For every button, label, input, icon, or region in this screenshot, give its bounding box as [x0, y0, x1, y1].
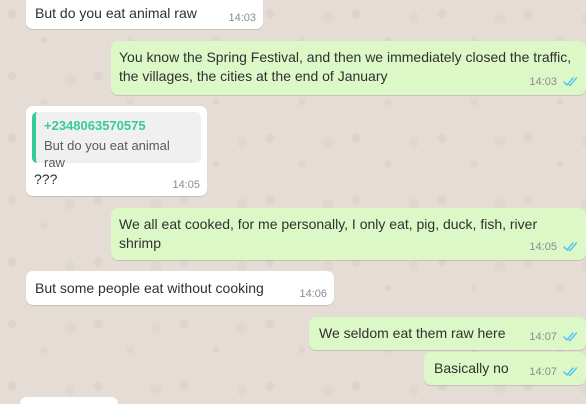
message-text: But do you eat animal raw: [35, 5, 197, 21]
message-time: 14:07: [529, 331, 557, 343]
message-text: We all eat cooked, for me personally, I …: [119, 216, 542, 251]
message-time: 14:03: [529, 76, 557, 88]
double-check-icon: [563, 366, 579, 381]
message-meta: 14:05: [529, 241, 579, 256]
message-text: You know the Spring Festival, and then w…: [119, 49, 576, 84]
message-time: 14:07: [529, 366, 557, 378]
message-incoming-reply[interactable]: +2348063570575 But do you eat animal raw…: [26, 106, 207, 196]
message-time: 14:03: [228, 12, 256, 24]
message-text: We seldom eat them raw here: [319, 325, 506, 341]
message-outgoing[interactable]: You know the Spring Festival, and then w…: [111, 41, 586, 95]
chat-conversation[interactable]: But do you eat animal raw 14:03 You know…: [0, 0, 586, 404]
message-text: ???: [34, 171, 58, 187]
message-incoming[interactable]: But some people eat without cooking 14:0…: [26, 271, 334, 305]
message-time: 14:05: [529, 241, 557, 253]
message-text: Basically no: [434, 360, 509, 376]
message-meta: 14:07: [529, 366, 579, 381]
message-outgoing[interactable]: Basically no 14:07: [424, 352, 586, 385]
double-check-icon: [563, 331, 579, 346]
double-check-icon: [563, 76, 579, 91]
double-check-icon: [563, 241, 579, 256]
message-incoming-partial[interactable]: [20, 397, 118, 404]
message-incoming[interactable]: But do you eat animal raw 14:03: [26, 0, 263, 29]
message-meta: 14:03: [529, 76, 579, 91]
message-outgoing[interactable]: We all eat cooked, for me personally, I …: [111, 208, 586, 260]
message-meta: 14:07: [529, 331, 579, 346]
quote-author: +2348063570575: [44, 118, 146, 133]
quote-text: But do you eat animal raw: [44, 138, 170, 170]
quoted-message[interactable]: +2348063570575 But do you eat animal raw: [32, 112, 201, 170]
message-time: 14:06: [299, 288, 327, 300]
message-outgoing[interactable]: We seldom eat them raw here 14:07: [309, 317, 586, 350]
message-text: But some people eat without cooking: [35, 280, 264, 296]
message-time: 14:05: [172, 179, 200, 191]
